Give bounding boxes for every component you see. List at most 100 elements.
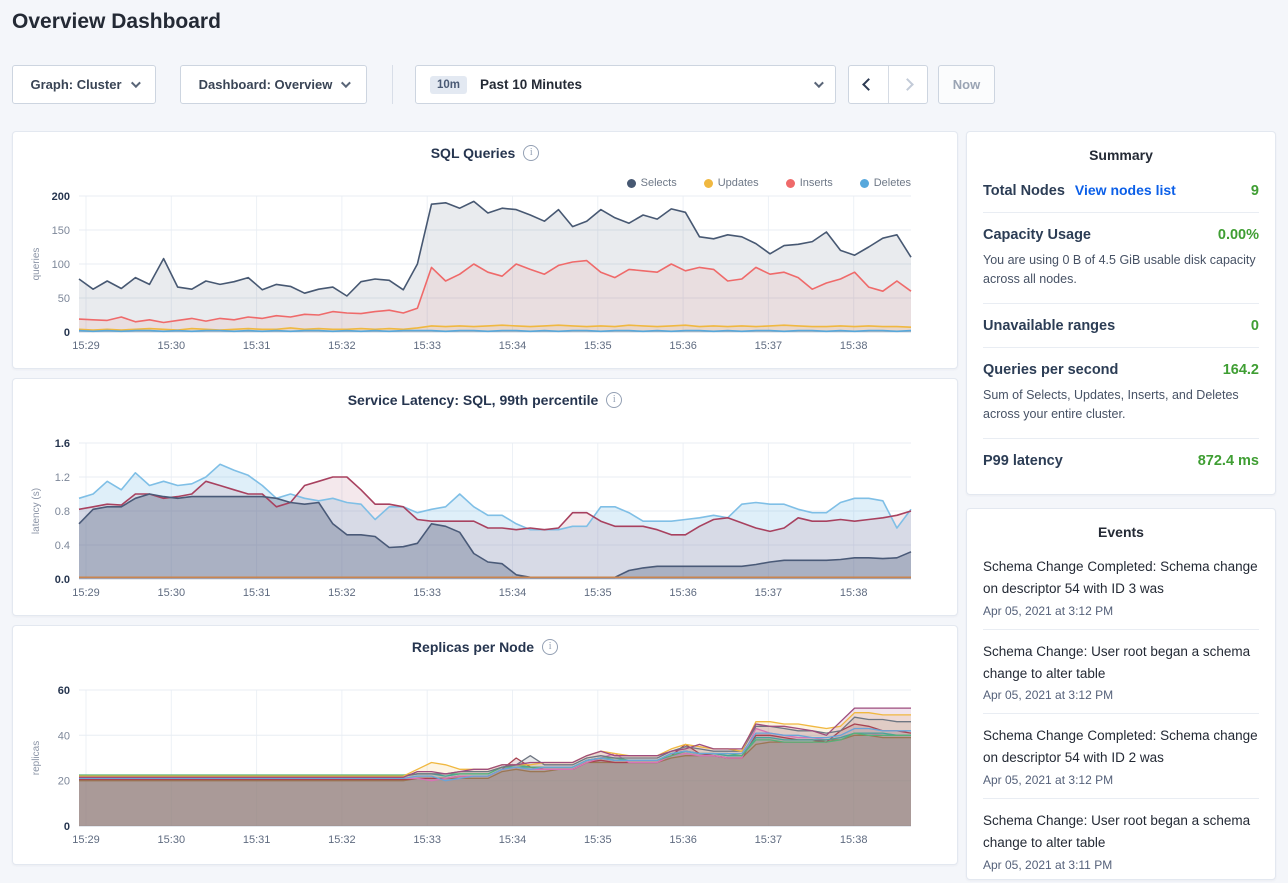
svg-text:1.2: 1.2 [55,472,70,484]
svg-text:0.0: 0.0 [55,574,70,586]
svg-text:15:37: 15:37 [755,587,783,599]
svg-text:15:35: 15:35 [584,834,612,846]
summary-row-total-nodes: Total Nodes View nodes list 9 [983,168,1259,213]
svg-text:15:33: 15:33 [413,340,441,352]
legend-item-updates[interactable]: Updates [704,177,759,189]
time-range-label: Past 10 Minutes [480,77,582,92]
summary-label: Total Nodes [983,183,1065,199]
summary-value: 164.2 [1223,362,1259,378]
summary-value: 0.00% [1218,227,1259,243]
svg-text:15:36: 15:36 [669,587,697,599]
legend-item-deletes[interactable]: Deletes [860,177,911,189]
summary-row-unavailable-ranges: Unavailable ranges 0 [983,304,1259,348]
now-button[interactable]: Now [938,65,995,104]
svg-text:15:33: 15:33 [413,587,441,599]
event-list-item[interactable]: Schema Change: User root began a schema … [983,799,1259,883]
service-latency-panel: Service Latency: SQL, 99th percentile i … [12,378,958,616]
summary-value: 9 [1251,183,1259,199]
summary-label: Queries per second [983,362,1118,378]
graph-scope-dropdown[interactable]: Graph: Cluster [12,65,156,104]
svg-text:15:38: 15:38 [840,587,868,599]
time-range-picker[interactable]: 10m Past 10 Minutes [415,65,836,104]
svg-text:40: 40 [58,730,70,742]
svg-text:15:36: 15:36 [669,340,697,352]
events-panel: Events Schema Change Completed: Schema c… [966,508,1276,880]
sql-queries-chart: 15:2915:3015:3115:3215:3315:3415:3515:36… [13,192,959,365]
time-step-group [848,65,928,104]
legend-dot [786,179,795,188]
svg-text:15:37: 15:37 [755,834,783,846]
event-timestamp: Apr 05, 2021 at 3:12 PM [983,684,1259,702]
svg-text:50: 50 [58,293,70,305]
svg-text:15:30: 15:30 [158,340,186,352]
event-list-item[interactable]: Schema Change Completed: Schema change o… [983,714,1259,799]
svg-text:1.6: 1.6 [55,439,70,450]
chevron-down-icon [814,78,824,88]
summary-row-p99-latency: P99 latency 872.4 ms [983,439,1259,482]
svg-text:0.8: 0.8 [55,506,70,518]
dashboard-dropdown[interactable]: Dashboard: Overview [180,65,367,104]
chevron-down-icon [130,78,140,88]
svg-text:15:32: 15:32 [328,587,356,599]
summary-row-capacity-usage: Capacity Usage 0.00% You are using 0 B o… [983,213,1259,304]
summary-value: 872.4 ms [1198,453,1259,469]
legend-item-inserts[interactable]: Inserts [786,177,833,189]
legend-item-selects[interactable]: Selects [627,177,677,189]
summary-label: Unavailable ranges [983,318,1115,334]
svg-text:150: 150 [52,225,70,237]
time-forward-button[interactable] [888,66,927,103]
info-icon[interactable]: i [606,392,622,408]
svg-text:15:34: 15:34 [499,587,527,599]
svg-text:15:29: 15:29 [72,587,100,599]
event-text: Schema Change: User root began a schema … [983,641,1259,685]
view-nodes-list-link[interactable]: View nodes list [1075,182,1176,198]
toolbar: Graph: Cluster Dashboard: Overview 10m P… [0,65,995,104]
svg-text:60: 60 [58,686,70,697]
sql-queries-panel: SQL Queries i Selects Updates Inserts De… [12,131,958,369]
svg-text:15:31: 15:31 [243,340,271,352]
service-latency-chart: 15:2915:3015:3115:3215:3315:3415:3515:36… [13,439,959,612]
sidebar: Summary Total Nodes View nodes list 9 Ca… [966,131,1276,880]
time-back-button[interactable] [849,66,888,103]
svg-text:15:33: 15:33 [413,834,441,846]
legend-label: Updates [718,177,759,189]
event-text: Schema Change: User root began a schema … [983,810,1259,854]
summary-note: Sum of Selects, Updates, Inserts, and De… [983,378,1259,425]
chart-legend: Selects Updates Inserts Deletes [627,177,911,189]
event-timestamp: Apr 05, 2021 at 3:12 PM [983,600,1259,618]
charts-column: SQL Queries i Selects Updates Inserts De… [12,131,958,865]
event-text: Schema Change Completed: Schema change o… [983,556,1259,600]
summary-note: You are using 0 B of 4.5 GiB usable disk… [983,243,1259,290]
svg-text:latency (s): latency (s) [31,488,42,534]
svg-text:15:38: 15:38 [840,834,868,846]
svg-text:15:31: 15:31 [243,587,271,599]
svg-text:0: 0 [64,327,70,339]
chart-title: Replicas per Node [412,639,534,655]
page-title: Overview Dashboard [12,10,221,34]
svg-text:15:30: 15:30 [158,587,186,599]
svg-text:15:29: 15:29 [72,834,100,846]
info-icon[interactable]: i [523,145,539,161]
event-list-item[interactable]: Schema Change: User root began a schema … [983,630,1259,715]
legend-dot [627,179,636,188]
event-list-item[interactable]: Schema Change Completed: Schema change o… [983,545,1259,630]
chart-title: Service Latency: SQL, 99th percentile [348,392,599,408]
toolbar-divider [392,65,393,104]
legend-label: Inserts [800,177,833,189]
svg-text:15:30: 15:30 [158,834,186,846]
chevron-down-icon [341,78,351,88]
legend-label: Selects [641,177,677,189]
svg-text:15:36: 15:36 [669,834,697,846]
info-icon[interactable]: i [542,639,558,655]
svg-text:200: 200 [52,192,70,203]
legend-dot [704,179,713,188]
svg-text:15:32: 15:32 [328,834,356,846]
time-range-badge: 10m [430,76,467,94]
summary-row-queries-per-second: Queries per second 164.2 Sum of Selects,… [983,348,1259,439]
summary-panel: Summary Total Nodes View nodes list 9 Ca… [966,131,1276,495]
chart-title: SQL Queries [431,145,516,161]
svg-text:15:37: 15:37 [755,340,783,352]
svg-text:0.4: 0.4 [55,540,70,552]
dashboard-label: Dashboard: Overview [199,77,333,92]
graph-scope-label: Graph: Cluster [30,77,121,92]
